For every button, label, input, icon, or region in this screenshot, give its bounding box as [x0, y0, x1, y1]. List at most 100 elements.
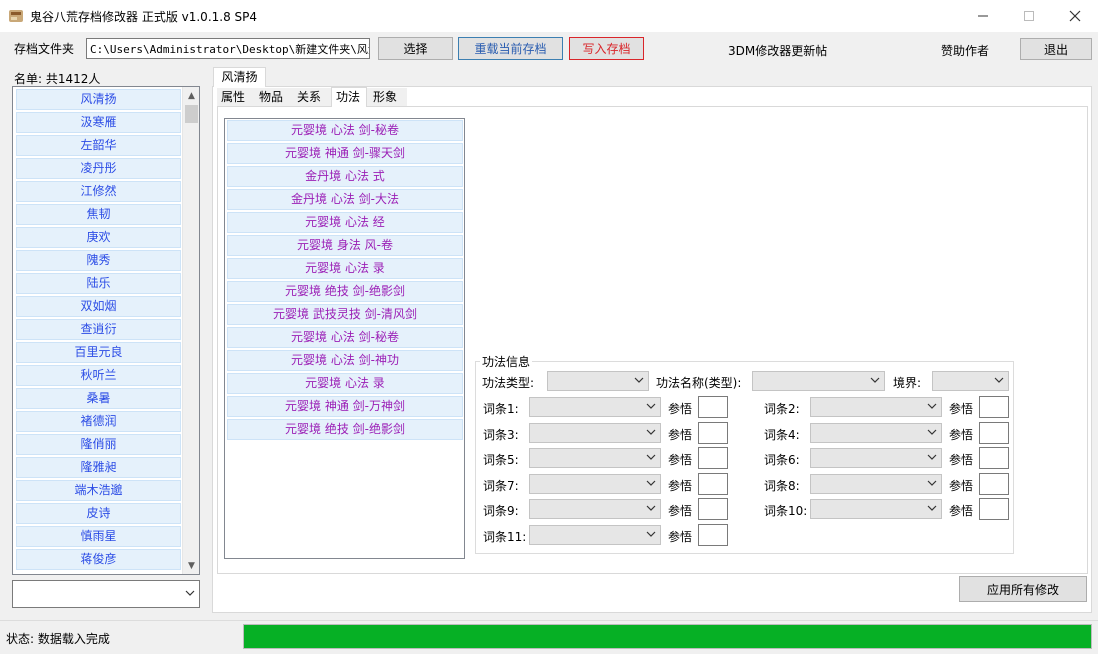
maximize-button[interactable]: [1006, 0, 1052, 32]
chevron-down-icon: [927, 503, 937, 516]
insight-label: 参悟: [949, 453, 974, 467]
exit-button[interactable]: 退出: [1020, 38, 1092, 60]
insight-input[interactable]: [698, 498, 728, 520]
entry-select[interactable]: [529, 397, 661, 417]
entry-select[interactable]: [810, 397, 942, 417]
entry-select[interactable]: [810, 422, 942, 443]
realm-select[interactable]: [932, 371, 1009, 391]
insight-input[interactable]: [698, 421, 728, 444]
insight-label: 参悟: [668, 504, 693, 518]
name-list-item[interactable]: 陆乐: [16, 273, 181, 294]
name-list-item[interactable]: 隗秀: [16, 250, 181, 271]
name-list-item[interactable]: 凌丹彤: [16, 158, 181, 179]
skill-list-item[interactable]: 元婴境 身法 风-卷: [227, 235, 463, 256]
write-save-button[interactable]: 写入存档: [569, 37, 644, 60]
entry-select[interactable]: [529, 499, 661, 519]
tab-character[interactable]: 风清扬: [213, 67, 266, 87]
insight-input[interactable]: [698, 396, 728, 418]
name-list-item[interactable]: 汲寒雁: [16, 112, 181, 133]
name-list-item[interactable]: 查逍衍: [16, 319, 181, 340]
folder-label: 存档文件夹: [14, 42, 75, 56]
insight-input[interactable]: [979, 396, 1009, 418]
insight-input[interactable]: [698, 523, 728, 546]
name-list-item[interactable]: 江修然: [16, 181, 181, 202]
name-list-item[interactable]: 庚欢: [16, 227, 181, 248]
skill-list-item[interactable]: 元婴境 神通 剑-万神剑: [227, 396, 463, 417]
select-button[interactable]: 选择: [378, 37, 453, 60]
skill-list-item[interactable]: 元婴境 心法 录: [227, 373, 463, 394]
insight-input[interactable]: [979, 421, 1009, 444]
skill-name-label: 功法名称(类型):: [656, 376, 742, 390]
subtab-relations[interactable]: 关系: [294, 89, 324, 107]
chevron-down-icon: [646, 452, 656, 465]
insight-label: 参悟: [668, 529, 693, 544]
minimize-button[interactable]: [960, 0, 1006, 32]
entry-select[interactable]: [810, 448, 942, 468]
name-list-item[interactable]: 双如烟: [16, 296, 181, 317]
skill-list-item[interactable]: 元婴境 绝技 剑-绝影剑: [227, 419, 463, 440]
name-list-item[interactable]: 百里元良: [16, 342, 181, 363]
skill-list-item[interactable]: 元婴境 神通 剑-骤天剑: [227, 143, 463, 164]
name-list-item[interactable]: 桑暑: [16, 388, 181, 409]
name-list-item[interactable]: 隆俏丽: [16, 434, 181, 455]
skill-list-item[interactable]: 元婴境 心法 剑-秘卷: [227, 120, 463, 141]
scroll-up-icon[interactable]: ▲: [183, 87, 200, 104]
skill-list[interactable]: 元婴境 心法 剑-秘卷 元婴境 神通 剑-骤天剑 金丹境 心法 式金丹境 心法 剑-…: [224, 118, 465, 559]
skill-list-item[interactable]: 元婴境 心法 经: [227, 212, 463, 233]
name-list-item[interactable]: 褚德润: [16, 411, 181, 432]
name-list-item[interactable]: 慎雨星: [16, 526, 181, 547]
window-title: 鬼谷八荒存档修改器 正式版 v1.0.1.8 SP4: [30, 10, 258, 24]
namelist-scrollbar[interactable]: ▲ ▼: [182, 87, 199, 574]
skill-list-item[interactable]: 金丹境 心法 剑-大法: [227, 189, 463, 210]
entry-select[interactable]: [529, 448, 661, 468]
name-list-item[interactable]: 皮诗: [16, 503, 181, 524]
close-button[interactable]: [1052, 0, 1098, 32]
subtab-items[interactable]: 物品: [256, 89, 286, 107]
chevron-down-icon: [994, 375, 1004, 388]
name-list-item[interactable]: 隆雅昶: [16, 457, 181, 478]
insight-input[interactable]: [979, 498, 1009, 520]
name-list-item[interactable]: 蒋俊彦: [16, 549, 181, 570]
name-list[interactable]: 风清扬 汲寒雁 左韶华 凌丹彤 江修然 焦韧 庚欢 隗秀 陆乐 双如烟 查逍衍 百里元良 秋听兰 桑暑 褚德…: [12, 86, 200, 575]
name-list-item[interactable]: 焦韧: [16, 204, 181, 225]
skill-list-item[interactable]: 元婴境 心法 剑-秘卷: [227, 327, 463, 348]
scroll-thumb[interactable]: [185, 105, 198, 123]
chevron-down-icon: [646, 503, 656, 516]
skill-list-item[interactable]: 金丹境 心法 式: [227, 166, 463, 187]
chevron-down-icon: [185, 588, 195, 601]
skill-list-item[interactable]: 元婴境 绝技 剑-绝影剑: [227, 281, 463, 302]
insight-label: 参悟: [668, 402, 693, 416]
folder-path-input[interactable]: C:\Users\Administrator\Desktop\新建文件夹\风清扬: [86, 38, 370, 59]
skill-type-label: 功法类型:: [482, 376, 535, 390]
name-list-item[interactable]: 秋听兰: [16, 365, 181, 386]
realm-label: 境界:: [893, 376, 922, 390]
chevron-down-icon: [646, 401, 656, 414]
name-search-combo[interactable]: [12, 580, 200, 608]
name-list-item[interactable]: 端木浩邈: [16, 480, 181, 501]
entry-label: 词条2:: [764, 402, 800, 416]
skill-list-item[interactable]: 元婴境 武技灵技 剑-清风剑: [227, 304, 463, 325]
sponsor-link[interactable]: 赞助作者: [941, 42, 989, 59]
subtab-appearance[interactable]: 形象: [370, 89, 400, 107]
entry-select[interactable]: [529, 422, 661, 443]
name-list-item[interactable]: 左韶华: [16, 135, 181, 156]
entry-select[interactable]: [529, 473, 661, 494]
entry-select[interactable]: [810, 473, 942, 494]
apply-all-button[interactable]: 应用所有修改: [959, 576, 1087, 602]
skill-name-select[interactable]: [752, 371, 885, 391]
scroll-down-icon[interactable]: ▼: [183, 557, 200, 574]
insight-input[interactable]: [979, 472, 1009, 495]
subtab-skills[interactable]: 功法: [333, 89, 363, 107]
skill-list-item[interactable]: 元婴境 心法 剑-神功: [227, 350, 463, 371]
skill-list-item[interactable]: 元婴境 心法 录: [227, 258, 463, 279]
insight-input[interactable]: [698, 447, 728, 469]
skill-type-select[interactable]: [547, 371, 649, 391]
entry-select[interactable]: [529, 524, 661, 545]
insight-input[interactable]: [979, 447, 1009, 469]
update-link[interactable]: 3DM修改器更新帖: [728, 42, 827, 59]
reload-save-button[interactable]: 重载当前存档: [458, 37, 563, 60]
subtab-attributes[interactable]: 属性: [219, 89, 247, 107]
name-list-item[interactable]: 风清扬: [16, 89, 181, 110]
insight-input[interactable]: [698, 472, 728, 495]
entry-select[interactable]: [810, 499, 942, 519]
